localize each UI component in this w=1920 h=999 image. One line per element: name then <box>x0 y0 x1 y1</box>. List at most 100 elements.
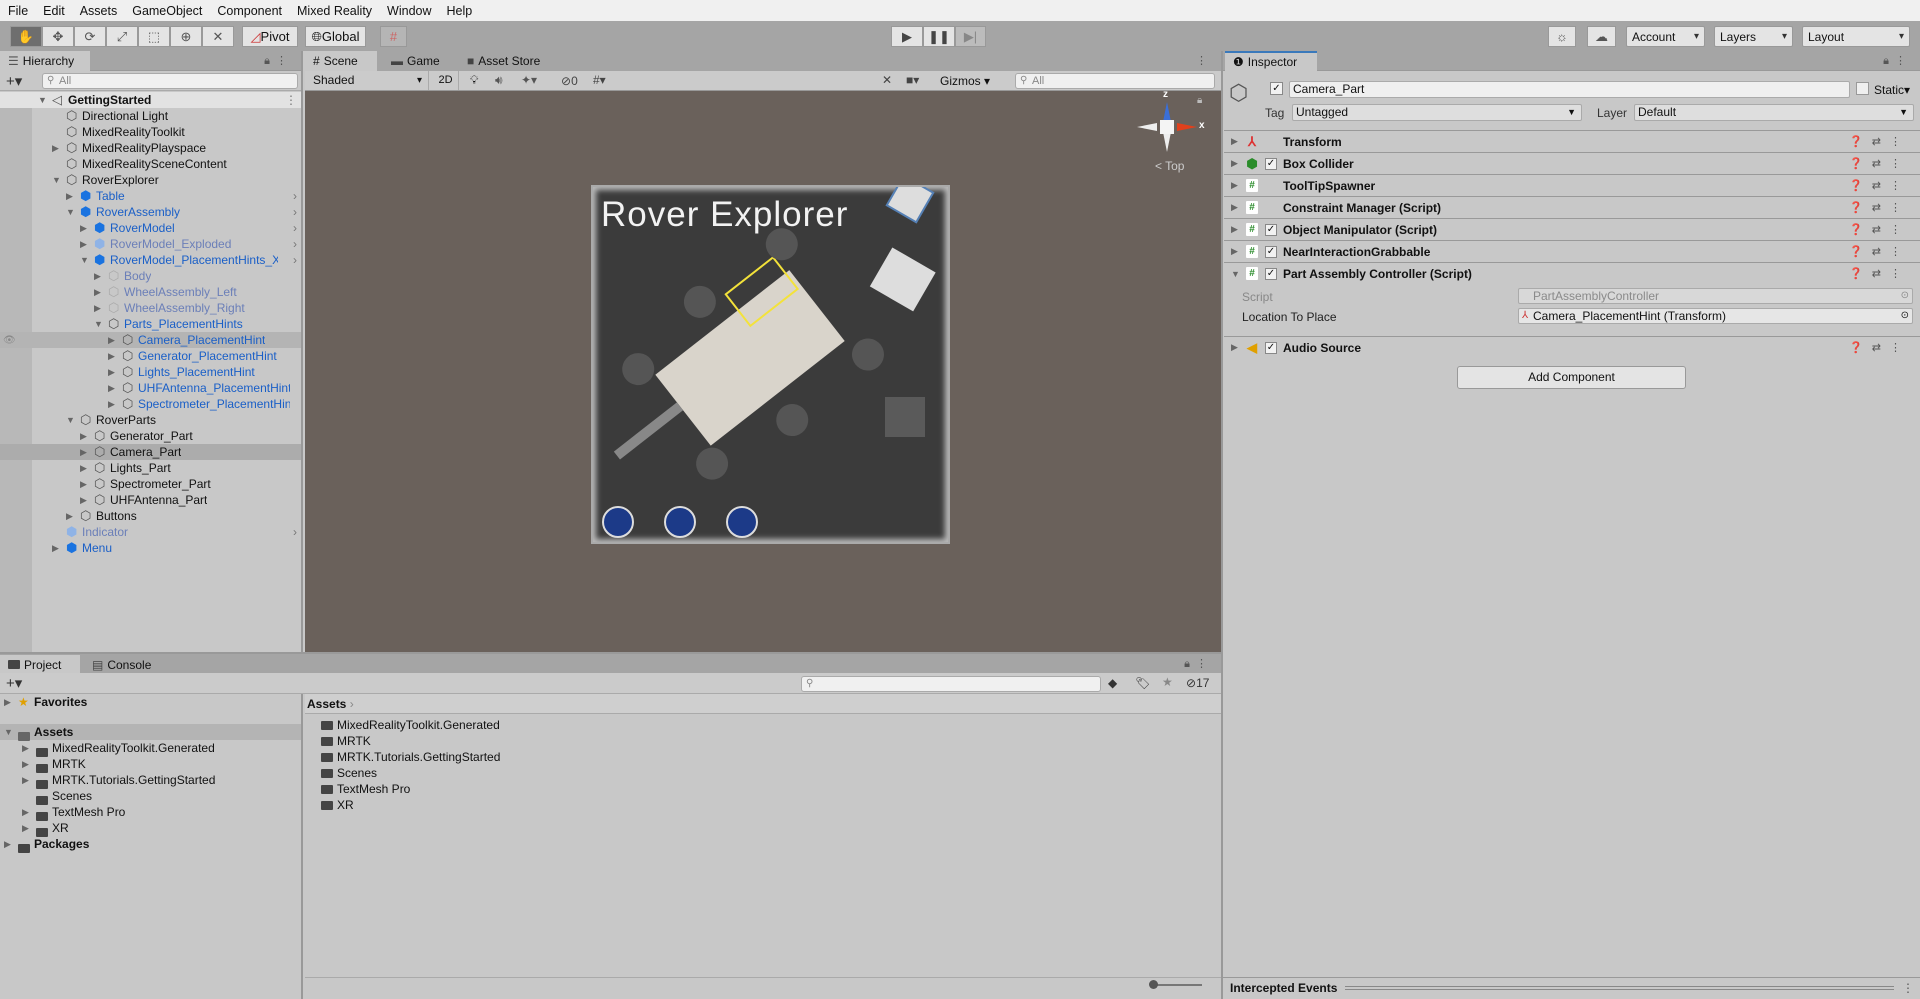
collapsed-arrow-icon[interactable]: ▶ <box>94 287 101 298</box>
collapsed-arrow-icon[interactable]: ▶ <box>108 399 115 410</box>
pause-button[interactable]: ❚❚ <box>923 26 955 47</box>
project-folder-item[interactable]: Scenes <box>0 788 301 805</box>
project-folder-item[interactable]: ▶ XR <box>0 820 301 837</box>
collapsed-arrow-icon[interactable]: ▶ <box>80 447 87 458</box>
more-icon[interactable]: ⋮ <box>285 93 297 107</box>
hierarchy-item[interactable]: ▶ ⬡ Generator_PlacementHint <box>0 348 301 364</box>
hierarchy-item[interactable]: ▶ ⬢ RoverModel › <box>0 220 301 236</box>
collapsed-arrow-icon[interactable]: ▶ <box>80 431 87 442</box>
collapsed-arrow-icon[interactable]: ▶ <box>1231 202 1238 213</box>
asset-folder-item[interactable]: MRTK.Tutorials.GettingStarted <box>321 749 500 765</box>
menu-window[interactable]: Window <box>387 4 431 18</box>
expanded-arrow-icon[interactable]: ▼ <box>66 207 75 217</box>
collapsed-arrow-icon[interactable]: ▶ <box>4 839 11 850</box>
expanded-arrow-icon[interactable]: ▼ <box>4 727 13 737</box>
static-checkbox[interactable] <box>1856 82 1869 95</box>
component-header[interactable]: ▶ # Constraint Manager (Script) ❓⇄⋮ <box>1224 196 1920 218</box>
pivot-button[interactable]: ◿ Pivot <box>242 26 298 47</box>
component-header[interactable]: ▶ ◀ ✓ Audio Source ❓⇄⋮ <box>1224 336 1920 358</box>
hand-tool-icon[interactable]: ✋ <box>10 26 42 47</box>
hierarchy-item[interactable]: ▶ ⬢ RoverModel_Exploded › <box>0 236 301 252</box>
component-actions-icon[interactable]: ❓⇄⋮ <box>1849 267 1910 280</box>
hierarchy-item[interactable]: ▶ ⬡ Spectrometer_PlacementHint <box>0 396 301 412</box>
collapsed-arrow-icon[interactable]: ▶ <box>80 239 87 250</box>
grid-toggle-icon[interactable]: #▾ <box>593 73 606 87</box>
location-to-place-field[interactable]: ⅄ Camera_PlacementHint (Transform) ⊙ <box>1518 308 1913 324</box>
project-search-input[interactable] <box>801 676 1101 692</box>
rotate-tool-icon[interactable]: ⟳ <box>74 26 106 47</box>
gameobject-cube-icon[interactable]: ⬡ <box>1229 80 1248 106</box>
tools-icon[interactable]: ✕ <box>882 73 892 87</box>
collapsed-arrow-icon[interactable]: ▶ <box>52 143 59 154</box>
object-picker-icon[interactable]: ⊙ <box>1901 309 1909 323</box>
hierarchy-item[interactable]: ▶ ⬡ WheelAssembly_Right <box>0 300 301 316</box>
collapsed-arrow-icon[interactable]: ▶ <box>1231 136 1238 147</box>
collapsed-arrow-icon[interactable]: ▶ <box>66 191 73 202</box>
collapsed-arrow-icon[interactable]: ▶ <box>80 495 87 506</box>
more-icon[interactable]: ⋮ <box>1196 54 1213 67</box>
collapsed-arrow-icon[interactable]: ▶ <box>80 223 87 234</box>
filter-type-icon[interactable]: ◆ <box>1108 676 1117 690</box>
expanded-arrow-icon[interactable]: ▼ <box>80 255 89 265</box>
filter-label-icon[interactable]: 🏷︎ <box>1135 676 1150 690</box>
project-folder-item[interactable]: ▶ MixedRealityToolkit.Generated <box>0 740 301 757</box>
collapsed-arrow-icon[interactable]: ▶ <box>22 743 29 754</box>
hierarchy-item[interactable]: ▼ ⬢ RoverAssembly › <box>0 204 301 220</box>
hierarchy-item[interactable]: ▼ ⬡ RoverExplorer <box>0 172 301 188</box>
collapsed-arrow-icon[interactable]: ▶ <box>1231 158 1238 169</box>
play-button[interactable]: ▶ <box>891 26 923 47</box>
collapsed-arrow-icon[interactable]: ▶ <box>94 271 101 282</box>
tab-project[interactable]: Project <box>0 655 80 674</box>
layout-dropdown[interactable]: Layout <box>1802 26 1910 47</box>
tab-scene[interactable]: # Scene <box>305 51 377 71</box>
component-actions-icon[interactable]: ❓⇄⋮ <box>1849 201 1910 214</box>
effects-icon[interactable]: ✦▾ <box>521 73 537 87</box>
component-actions-icon[interactable]: ❓⇄⋮ <box>1849 223 1910 236</box>
cloud-icon[interactable]: ☁ <box>1587 26 1616 47</box>
rover-explorer-panel[interactable]: Rover Explorer <box>591 185 950 544</box>
menu-file[interactable]: File <box>8 4 28 18</box>
hierarchy-search-input[interactable]: All <box>42 73 298 89</box>
collapsed-arrow-icon[interactable]: ▶ <box>52 543 59 554</box>
tab-console[interactable]: ▤ Console <box>84 655 159 674</box>
favorite-star-icon[interactable]: ★ <box>1162 675 1173 689</box>
expanded-arrow-icon[interactable]: ▼ <box>38 95 47 105</box>
hierarchy-item[interactable]: ⬢ Indicator › <box>0 524 301 540</box>
active-checkbox[interactable]: ✓ <box>1270 82 1283 95</box>
hierarchy-item[interactable]: ⬡ MixedRealityToolkit <box>0 124 301 140</box>
expanded-arrow-icon[interactable]: ▼ <box>52 175 61 185</box>
hierarchy-item[interactable]: ▶ ⬢ Table › <box>0 188 301 204</box>
scene-gizmo[interactable]: z x 🔒︎ < Top <box>1137 91 1207 177</box>
menu-edit[interactable]: Edit <box>43 4 65 18</box>
step-button[interactable]: ▶| <box>955 26 986 47</box>
lighting-icon[interactable]: 💡︎ <box>470 73 478 88</box>
project-folder-item[interactable]: ▼ Assets <box>0 724 301 741</box>
collapsed-arrow-icon[interactable]: ▶ <box>94 303 101 314</box>
rect-tool-icon[interactable]: ⬚ <box>138 26 170 47</box>
collapsed-arrow-icon[interactable]: ▶ <box>80 463 87 474</box>
collapsed-arrow-icon[interactable]: ▶ <box>22 775 29 786</box>
project-folder-item[interactable]: ▶ ★ Favorites <box>0 694 301 710</box>
project-folder-item[interactable]: ▶ TextMesh Pro <box>0 804 301 821</box>
project-folder-item[interactable]: ▶ MRTK.Tutorials.GettingStarted <box>0 772 301 789</box>
scene-search-input[interactable]: All <box>1015 73 1215 89</box>
menu-gameobject[interactable]: GameObject <box>132 4 202 18</box>
hierarchy-item[interactable]: ▼ ◁ GettingStarted ⋮ <box>0 92 301 108</box>
collapsed-arrow-icon[interactable]: ▶ <box>108 351 115 362</box>
component-actions-icon[interactable]: ❓⇄⋮ <box>1849 179 1910 192</box>
collapsed-arrow-icon[interactable]: ▶ <box>4 697 11 708</box>
asset-folder-item[interactable]: Scenes <box>321 765 377 781</box>
component-header[interactable]: ▶ ⬢ ✓ Box Collider ❓⇄⋮ <box>1224 152 1920 174</box>
gizmo-lock-icon[interactable]: 🔒︎ <box>1197 95 1202 106</box>
component-enabled-checkbox[interactable]: ✓ <box>1265 245 1277 258</box>
hidden-objects-icon[interactable]: ⊘0 <box>561 74 578 88</box>
tab-hierarchy[interactable]: ☰ Hierarchy <box>0 51 90 71</box>
add-icon[interactable]: +▾ <box>6 72 22 90</box>
hierarchy-item[interactable]: ▶ ⬡ UHFAntenna_PlacementHint <box>0 380 301 396</box>
collapsed-arrow-icon[interactable]: ▶ <box>66 511 73 522</box>
menu-assets[interactable]: Assets <box>80 4 118 18</box>
transform-tool-icon[interactable]: ⊕ <box>170 26 202 47</box>
hierarchy-item[interactable]: ▶ ⬡ Camera_Part <box>0 444 301 460</box>
tab-asset-store[interactable]: ■ Asset Store <box>459 51 548 71</box>
collapsed-arrow-icon[interactable]: ▶ <box>1231 224 1238 235</box>
